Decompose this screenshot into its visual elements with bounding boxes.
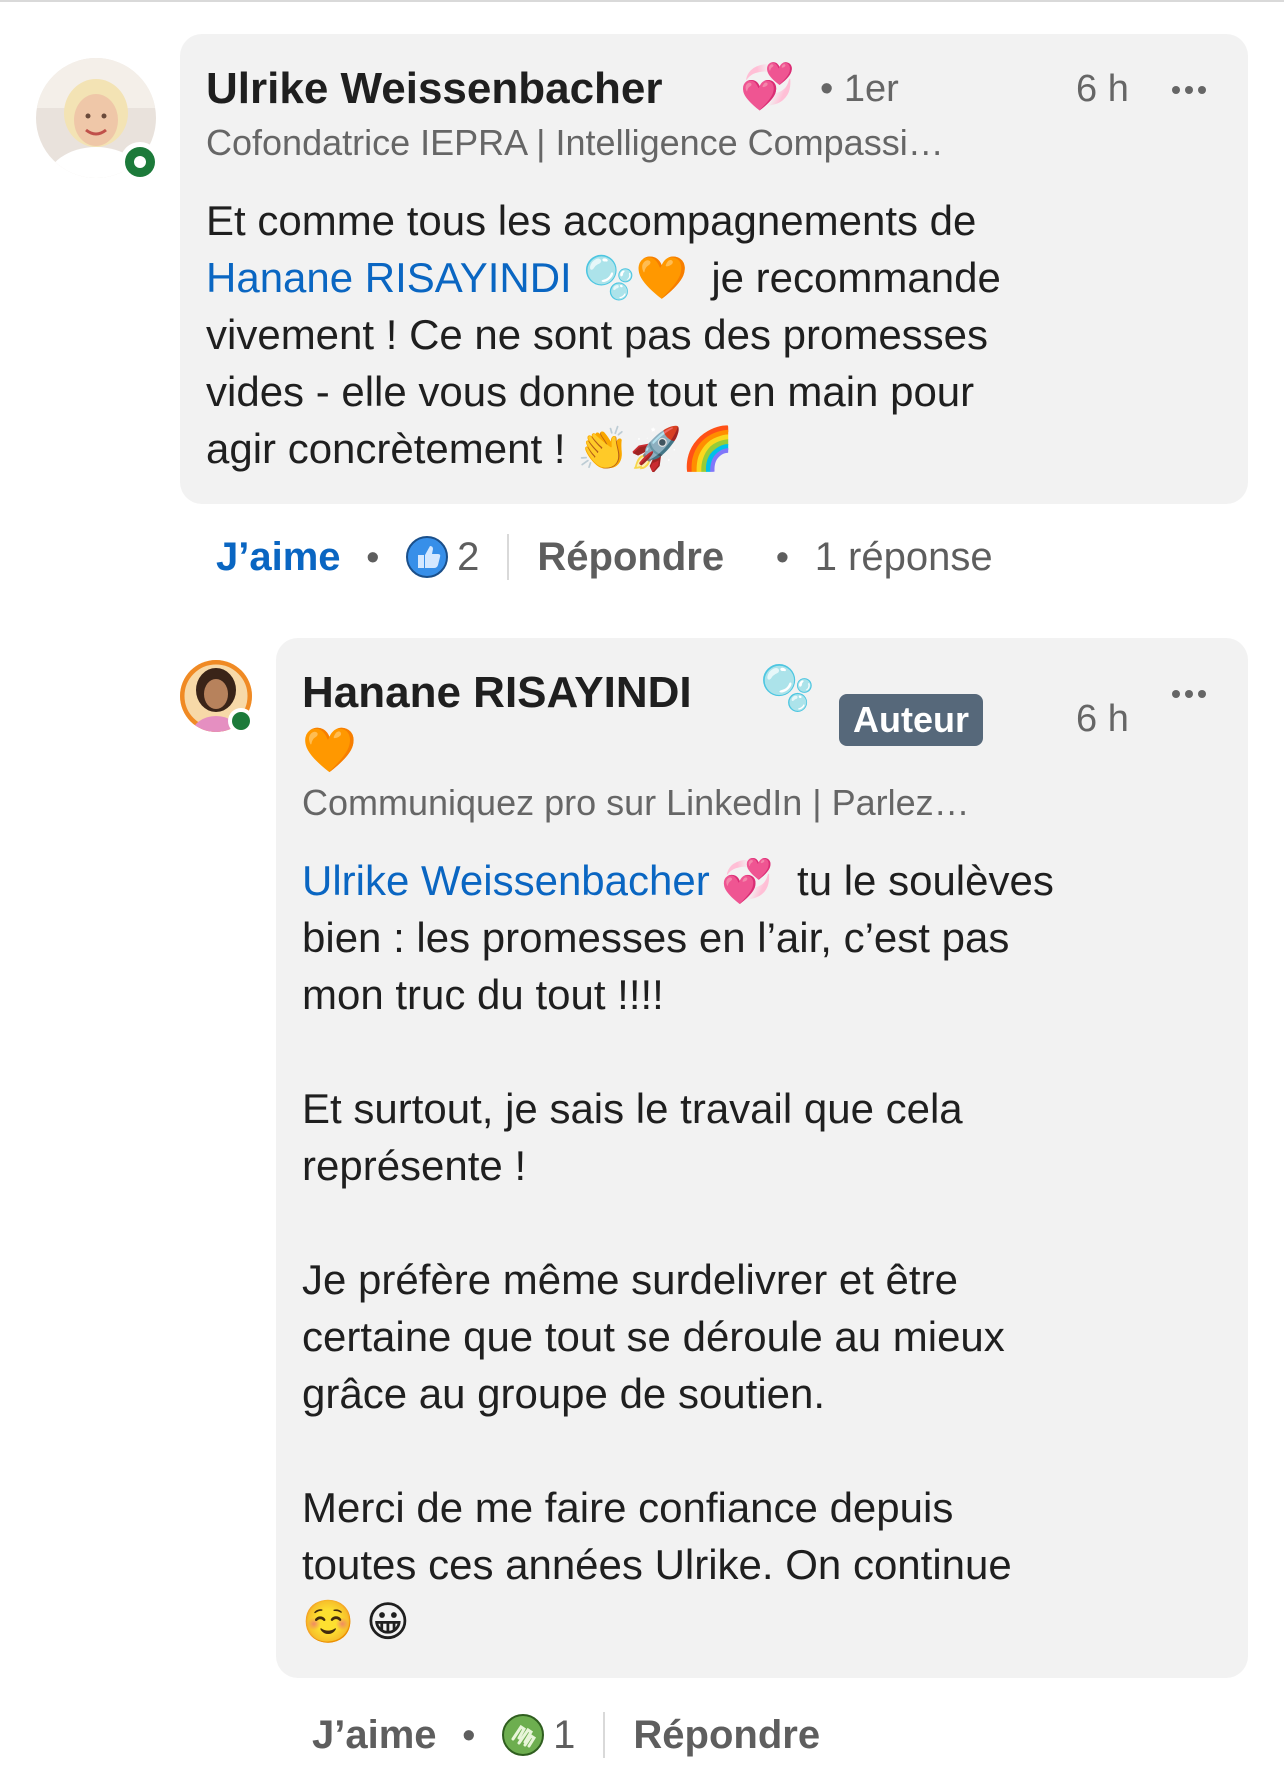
reaction-count[interactable]: 1 (553, 1713, 575, 1758)
reply-button[interactable]: Répondre (633, 1713, 820, 1758)
reply-button[interactable]: Répondre (537, 535, 724, 580)
reply-text-line: certaine que tout se déroule au mieux (302, 1313, 1005, 1360)
reply-text-line: représente ! (302, 1142, 527, 1189)
author-badge: Auteur (839, 694, 983, 746)
reply-text-line: mon truc du tout !!!! (302, 971, 664, 1018)
comment-text-line: je recommande (711, 254, 1001, 301)
like-button[interactable]: J’aime (216, 535, 341, 580)
comment-text-line: agir concrètement ! (206, 425, 566, 472)
clapping-hands-icon: 👏 (577, 425, 630, 472)
comment-text-line: vides - elle vous donne tout en main pou… (206, 368, 975, 415)
comment-actions: J’aime • 2 Répondre • 1 réponse (216, 534, 993, 580)
vertical-divider (507, 534, 510, 580)
reply-text-line: toutes ces années Ulrike. On continue (302, 1541, 1012, 1588)
orange-heart-icon: 🧡 (635, 254, 688, 301)
comment-author-name[interactable]: Ulrike Weissenbacher (206, 64, 663, 114)
reaction-count[interactable]: 2 (457, 535, 479, 580)
author-headline: Cofondatrice IEPRA | Intelligence Compas… (206, 122, 944, 163)
reply-text-line: Et surtout, je sais le travail que cela (302, 1085, 963, 1132)
reply-text-line: Je préfère même surdelivrer et être (302, 1256, 958, 1303)
bubbles-icon: 🫧 (760, 664, 815, 713)
orange-heart-icon: 🧡 (302, 726, 357, 775)
rocket-icon: 🚀 (629, 425, 682, 472)
like-button[interactable]: J’aime (312, 1713, 437, 1758)
comment-time: 6 h (1076, 68, 1129, 110)
sparkling-heart-icon: 💞 (721, 857, 774, 904)
reply-text-line: Merci de me faire confiance depuis (302, 1484, 954, 1531)
reply-text-line: bien : les promesses en l’air, c’est pas (302, 914, 1010, 961)
reply-bubble: Hanane RISAYINDI 🫧 🧡 Auteur 6 h Communiq… (276, 638, 1248, 1678)
author-headline: Communiquez pro sur LinkedIn | Parlez… (302, 782, 970, 823)
rainbow-icon: 🌈 (681, 425, 735, 472)
more-options-icon[interactable] (1172, 86, 1206, 94)
grinning-face-icon: 😀 (365, 1598, 410, 1645)
reply-actions: J’aime • 1 Répondre (312, 1712, 820, 1758)
comment-text-line: vivement ! Ce ne sont pas des promesses (206, 311, 989, 358)
smiling-face-icon: ☺️ (302, 1598, 355, 1645)
reply-text-line: grâce au groupe de soutien. (302, 1370, 826, 1417)
separator-dot: • (776, 536, 789, 577)
connection-degree: • 1er (820, 68, 899, 110)
replies-link[interactable]: 1 réponse (815, 535, 993, 580)
clapping-hands-icon[interactable] (501, 1713, 545, 1757)
separator-dot: • (462, 1714, 476, 1755)
bubbles-icon: 🫧 (583, 254, 636, 301)
avatar-ulrike[interactable] (36, 58, 160, 182)
comment-text-line: Et comme tous les accompagnements de (206, 197, 977, 244)
comment-text: Et comme tous les accompagnements de Han… (206, 192, 1236, 477)
reply-author-name[interactable]: Hanane RISAYINDI (302, 668, 692, 718)
reply-text: Ulrike Weissenbacher 💞 tu le soulèves bi… (302, 852, 1232, 1650)
top-divider (0, 0, 1284, 2)
vertical-divider (603, 1712, 606, 1758)
reply-text-line: tu le soulèves (797, 857, 1054, 904)
mention-link[interactable]: Hanane RISAYINDI (206, 254, 572, 301)
mention-link[interactable]: Ulrike Weissenbacher (302, 857, 710, 904)
comment-bubble: Ulrike Weissenbacher 💞 • 1er 6 h Cofonda… (180, 34, 1248, 504)
avatar-hanane[interactable] (180, 660, 254, 734)
more-options-icon[interactable] (1172, 690, 1206, 698)
online-status-icon (228, 708, 254, 734)
online-status-icon (120, 142, 160, 182)
reply-time: 6 h (1076, 698, 1129, 740)
thumbs-up-icon[interactable] (405, 535, 449, 579)
separator-dot: • (366, 536, 380, 577)
sparkling-heart-icon: 💞 (740, 62, 795, 111)
